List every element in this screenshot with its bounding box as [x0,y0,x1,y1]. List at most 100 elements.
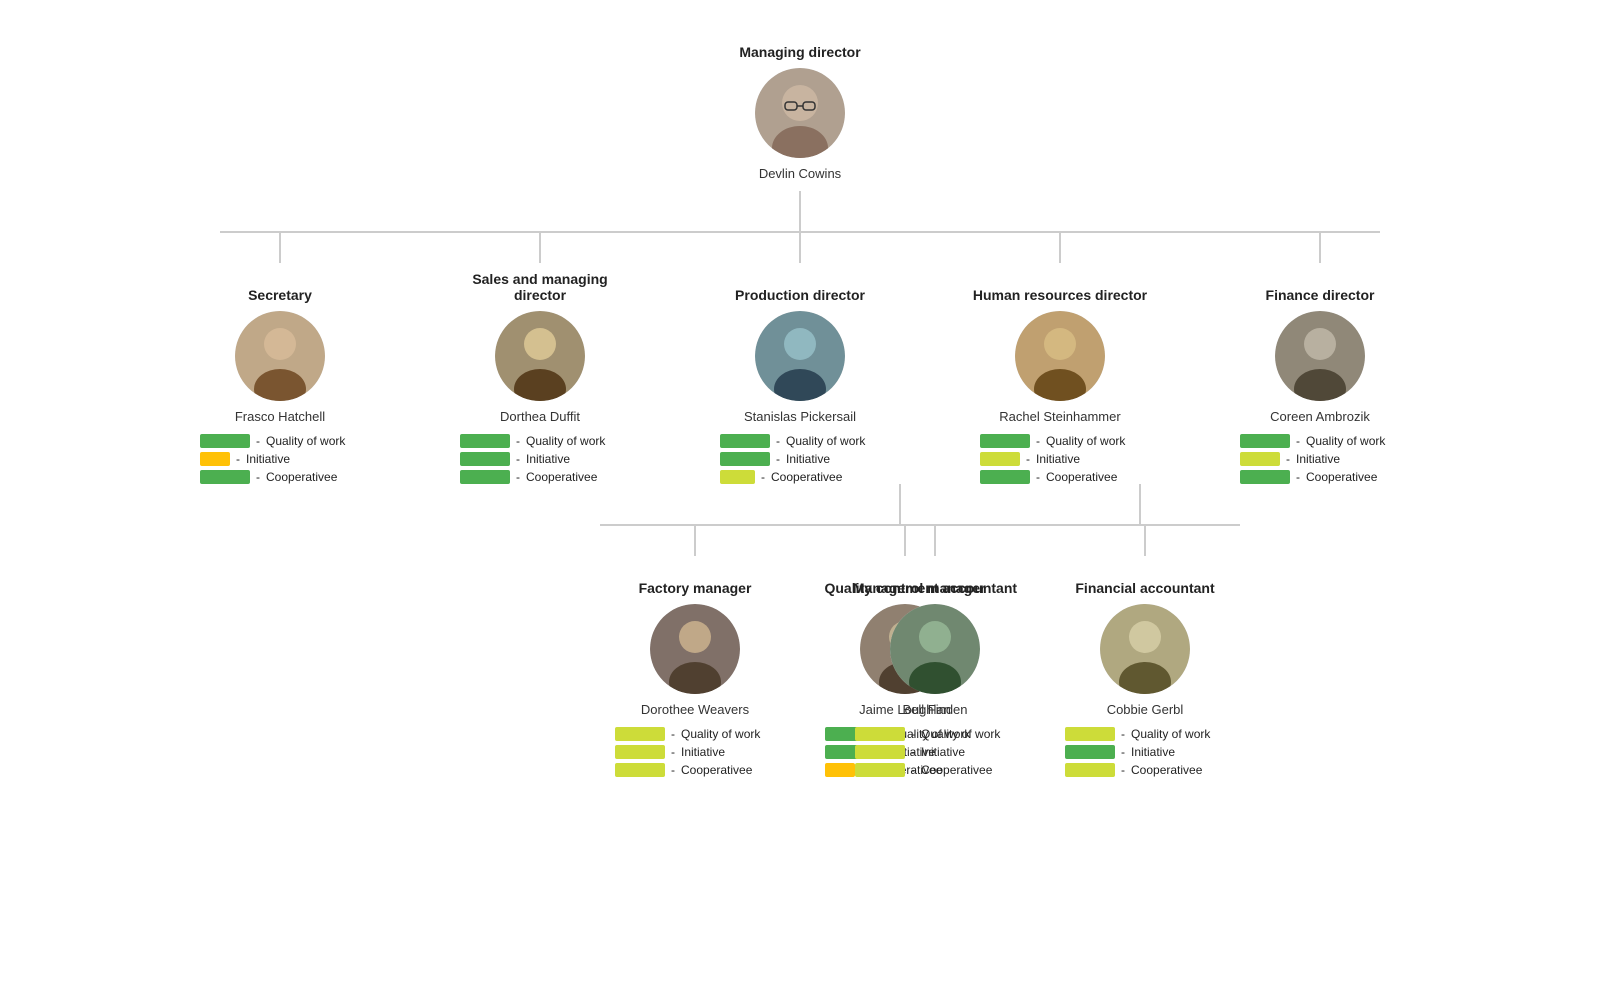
metric-label: Initiative [1131,745,1175,759]
metric-label: Initiative [526,452,570,466]
level2-person-wrapper: Finance director Coreen Ambrozik - Qualit… [1225,233,1415,484]
metric-bar [1240,434,1290,448]
top-person-card: Managing director Devlin Cowins [715,20,885,191]
level3-container: Factory manager Dorothee Weavers- Qualit… [225,484,1375,884]
avatar [1275,311,1365,401]
person-card: Management accountant Bell Finden- Quali… [840,556,1030,777]
metric-label: Cooperativee [1306,470,1377,484]
child-wrapper: Factory manager Dorothee Weavers- Qualit… [600,526,790,777]
avatar [1015,311,1105,401]
level3-area: Factory manager Dorothee Weavers- Qualit… [20,484,1580,884]
metric-label: Quality of work [526,434,605,448]
metric-row: - Quality of work [720,434,890,448]
metric-label: Initiative [1036,452,1080,466]
metric-label: Quality of work [681,727,760,741]
level2-person-wrapper: Sales and managing director Dorthea Duff… [445,233,635,484]
person-card: Financial accountant Cobbie Gerbl- Quali… [1050,556,1240,777]
v-connector [1319,233,1321,263]
person-card: Human resources director Rachel Steinham… [965,263,1155,484]
person-name: Dorthea Duffit [500,409,580,424]
metric-row: - Initiative [460,452,630,466]
level2-row: Secretary Frasco Hatchell - Quality of wo… [20,233,1580,484]
metric-row: - Quality of work [200,434,370,448]
top-role: Managing director [739,20,860,60]
metrics: - Quality of work- Initiative- Cooperati… [710,434,890,484]
metric-bar [1065,727,1115,741]
metric-row: - Initiative [720,452,890,466]
metric-label: Initiative [921,745,965,759]
metric-row: - Quality of work [1240,434,1410,448]
person-card: Sales and managing director Dorthea Duff… [445,263,635,484]
metric-row: - Initiative [200,452,370,466]
person-name: Rachel Steinhammer [999,409,1120,424]
metrics: - Quality of work - Initiative - Cooperati… [605,727,785,777]
metric-label: Quality of work [786,434,865,448]
level3-group: Management accountant Bell Finden- Quali… [840,484,1240,777]
metric-label: Cooperativee [771,470,842,484]
metric-row: - Cooperativee [1065,763,1235,777]
person-card: Factory manager Dorothee Weavers- Qualit… [600,556,790,777]
metric-bar [200,452,230,466]
metric-row: - Initiative [980,452,1150,466]
top-level-section: Managing director Devlin Cowins [715,20,885,231]
metric-label: Initiative [786,452,830,466]
metric-label: Quality of work [1131,727,1210,741]
metric-bar [720,470,755,484]
metrics: - Quality of work- Initiative- Cooperati… [1055,727,1235,777]
metric-row: - Quality of work [460,434,630,448]
metric-label: Quality of work [1046,434,1125,448]
role-label: Financial accountant [1075,556,1214,596]
metric-bar [200,470,250,484]
v-connector [694,526,696,556]
metric-bar [460,434,510,448]
metric-bar [615,727,665,741]
metric-label: Cooperativee [1046,470,1117,484]
avatar [755,311,845,401]
metric-bar [1065,763,1115,777]
avatar [1100,604,1190,694]
role-label: Secretary [248,263,312,303]
metric-bar [980,452,1020,466]
role-label: Factory manager [639,556,752,596]
person-name: Coreen Ambrozik [1270,409,1370,424]
metric-row: - Initiative [615,745,785,759]
person-card: Finance director Coreen Ambrozik - Qualit… [1225,263,1415,484]
metric-row: - Quality of work [855,727,1025,741]
metric-row: - Initiative [1240,452,1410,466]
role-label: Sales and managing director [450,263,630,303]
metric-row: - Quality of work [1065,727,1235,741]
metric-row: - Cooperativee [980,470,1150,484]
role-label: Human resources director [973,263,1147,303]
metric-row: - Quality of work [615,727,785,741]
metric-bar [1065,745,1115,759]
person-name: Frasco Hatchell [235,409,325,424]
top-name: Devlin Cowins [759,166,841,181]
metric-label: Cooperativee [681,763,752,777]
metric-bar [720,434,770,448]
top-avatar [755,68,845,158]
metric-label: Initiative [1296,452,1340,466]
metric-bar [200,434,250,448]
org-chart: Managing director Devlin Cowins [20,20,1580,884]
v-connector [1059,233,1061,263]
metric-bar [980,434,1030,448]
role-label: Finance director [1266,263,1375,303]
v-connector [1144,526,1146,556]
metric-bar [980,470,1030,484]
metric-bar [720,452,770,466]
metric-row: - Cooperativee [615,763,785,777]
metric-row: - Cooperativee [855,763,1025,777]
level2-connector: Secretary Frasco Hatchell - Quality of wo… [20,231,1580,484]
metric-bar [460,470,510,484]
top-connector-down [799,191,801,231]
avatar [890,604,980,694]
metric-label: Cooperativee [1131,763,1202,777]
avatar [235,311,325,401]
metrics: - Quality of work - Initiative - Cooperati… [190,434,370,484]
metric-row: - Cooperativee [200,470,370,484]
role-label: Management accountant [853,556,1017,596]
metrics: - Quality of work- Initiative- Cooperati… [845,727,1025,777]
metric-label: Cooperativee [526,470,597,484]
role-label: Production director [735,263,865,303]
metric-bar [1240,470,1290,484]
